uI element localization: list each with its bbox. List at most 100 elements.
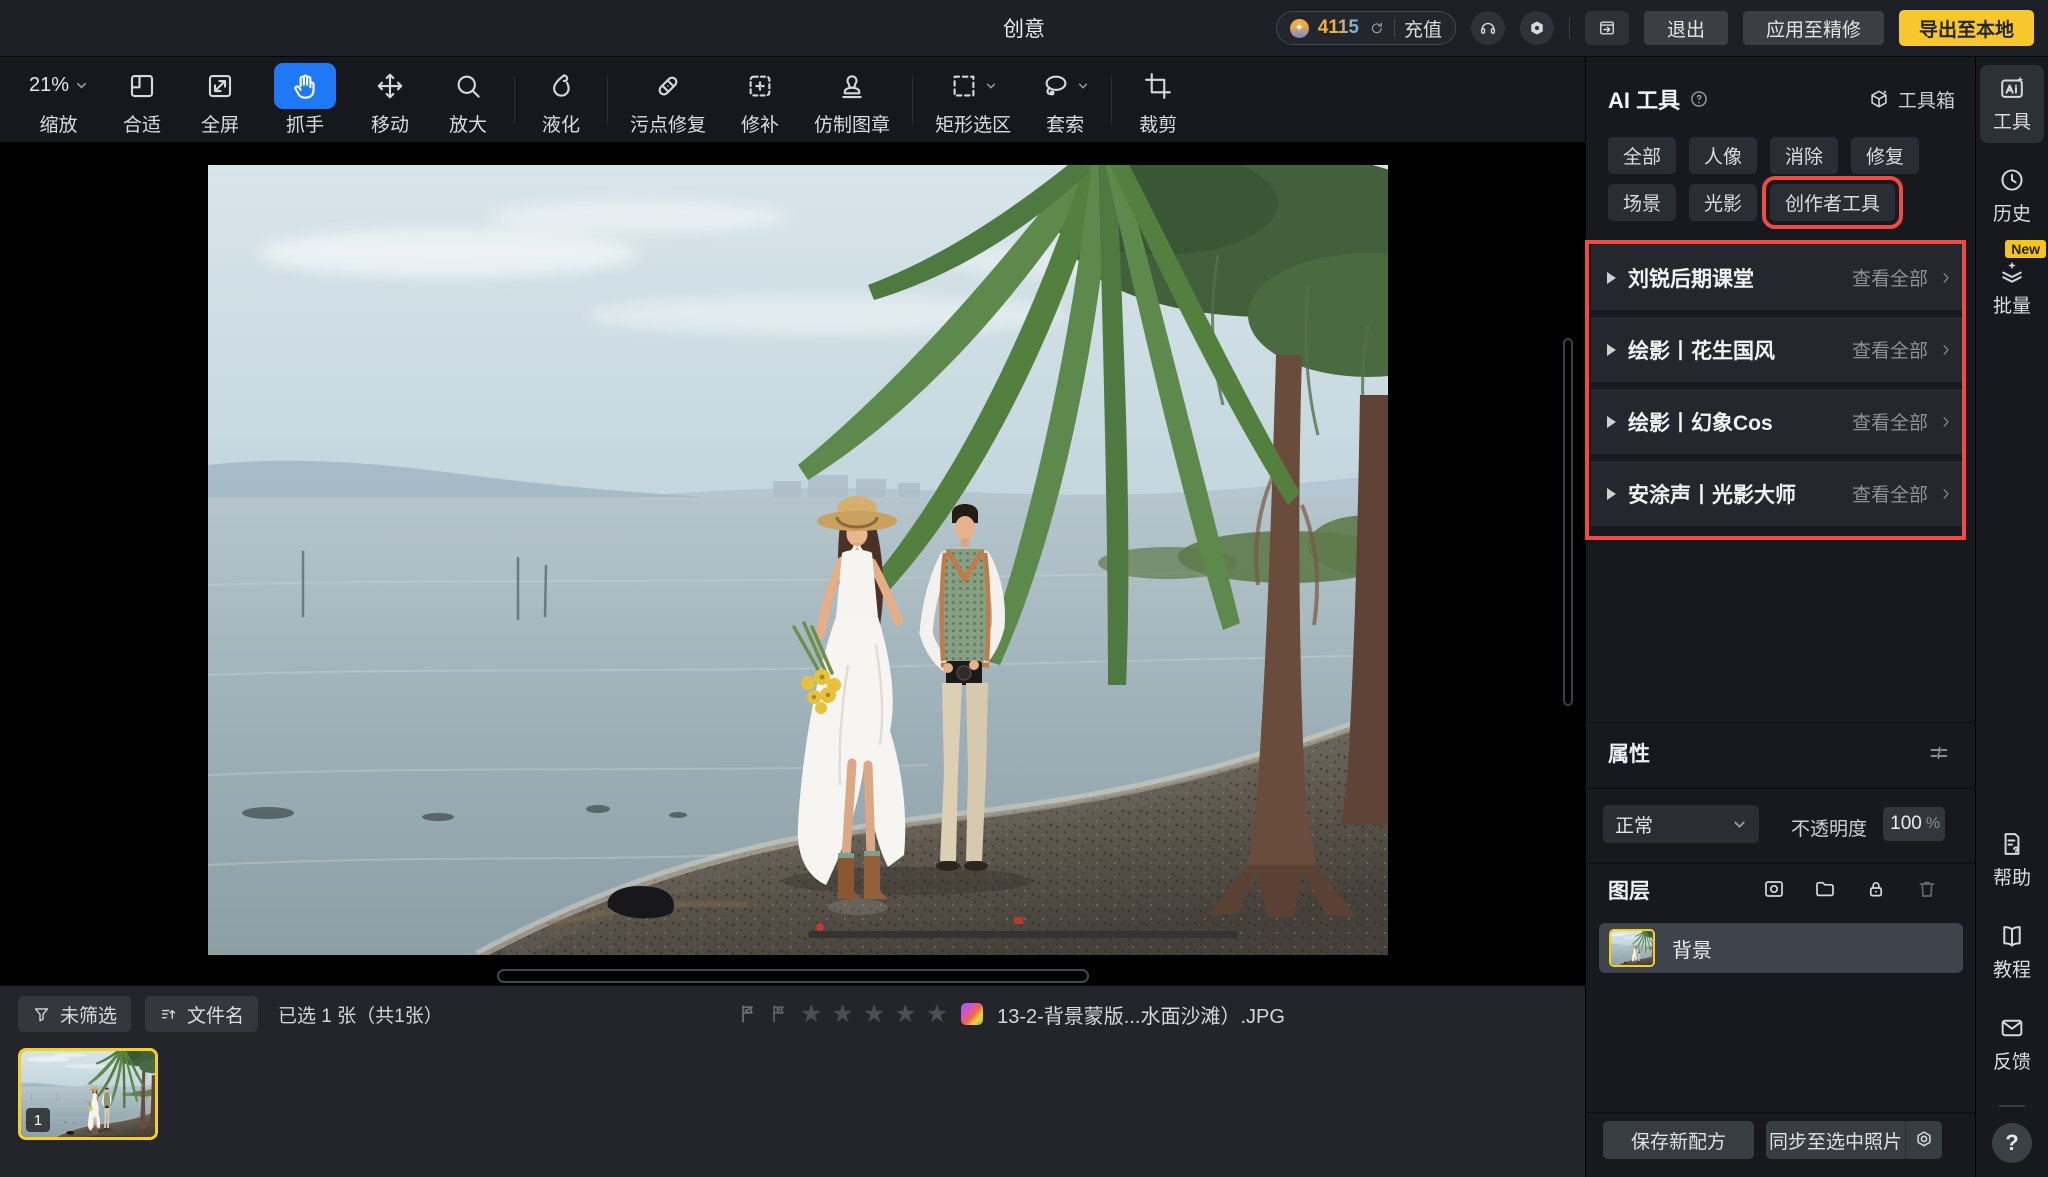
canvas[interactable] <box>0 143 1585 985</box>
sync-settings-button[interactable] <box>1905 1121 1942 1159</box>
layer-row-background[interactable]: 背景 <box>1599 923 1963 973</box>
zoom-control[interactable]: 21% 缩放 <box>29 63 88 137</box>
chevron-down-icon[interactable] <box>1077 80 1089 92</box>
layer-name: 背景 <box>1672 934 1712 963</box>
filter-button[interactable]: 未筛选 <box>18 996 131 1032</box>
delete-layer-button[interactable] <box>1915 877 1939 901</box>
tool-lasso[interactable]: 套索 <box>1041 63 1089 137</box>
group-row[interactable]: 安涂声丨光影大师 查看全部 <box>1591 461 1967 526</box>
tool-patch[interactable]: 修补 <box>736 63 784 137</box>
tab-repair[interactable]: 修复 <box>1851 137 1919 174</box>
settings-button[interactable] <box>1520 11 1554 45</box>
view-all-link[interactable]: 查看全部 <box>1852 336 1954 363</box>
vertical-scrollbar[interactable] <box>1563 338 1573 706</box>
tool-rect-select[interactable]: 矩形选区 <box>935 63 1011 137</box>
gear-icon <box>1913 1129 1935 1151</box>
group-row[interactable]: 刘锐后期课堂 查看全部 <box>1591 245 1967 310</box>
tool-liquify[interactable]: 液化 <box>537 63 585 137</box>
filmstrip-thumbnail[interactable]: 1 <box>18 1048 158 1140</box>
help-button[interactable]: ? <box>1992 1123 2032 1163</box>
group-row[interactable]: 绘影丨幻象Cos 查看全部 <box>1591 389 1967 454</box>
rail-history[interactable]: 历史 <box>1980 157 2044 235</box>
sliders-icon <box>1927 741 1951 765</box>
tab-creator-tools[interactable]: 创作者工具 <box>1770 184 1895 221</box>
star-icon[interactable]: ★ <box>894 1002 916 1027</box>
sync-selected-button[interactable]: 同步至选中照片 <box>1766 1121 1905 1159</box>
selection-count: 已选 1 张（共1张） <box>278 1001 443 1028</box>
move-icon <box>375 71 405 101</box>
group-layers-button[interactable] <box>1813 877 1837 901</box>
view-all-link[interactable]: 查看全部 <box>1852 264 1954 291</box>
headphone-icon <box>1478 18 1498 38</box>
opacity-label: 不透明度 <box>1791 814 1867 841</box>
tool-clone-stamp[interactable]: 仿制图章 <box>814 63 890 137</box>
tab-remove[interactable]: 消除 <box>1770 137 1838 174</box>
lock-layer-button[interactable] <box>1864 877 1888 901</box>
rail-batch[interactable]: New 批量 <box>1980 249 2044 327</box>
exit-button[interactable]: 退出 <box>1644 11 1728 45</box>
view-all-link[interactable]: 查看全部 <box>1852 480 1954 507</box>
horizontal-scrollbar[interactable] <box>497 969 1089 983</box>
bandage-icon <box>653 71 683 101</box>
rail-help[interactable]: 帮助 <box>1980 821 2044 899</box>
star-icon[interactable]: ★ <box>863 1002 885 1027</box>
triangle-right-icon <box>1607 272 1616 284</box>
rail-tutorial[interactable]: 教程 <box>1980 913 2044 991</box>
toolbox-button[interactable]: 工具箱 <box>1868 86 1955 113</box>
star-icon[interactable]: ★ <box>926 1002 948 1027</box>
topbar: 创意 ✦ 4115 充值 退出 应用至精修 导出至本地 <box>0 0 2048 57</box>
properties-title: 属性 <box>1608 738 1650 768</box>
divider <box>1999 1105 2025 1107</box>
refresh-icon[interactable] <box>1368 20 1385 37</box>
tool-fit[interactable]: 合适 <box>118 63 166 137</box>
flag-check-icon[interactable] <box>738 1003 760 1025</box>
apply-refine-button[interactable]: 应用至精修 <box>1743 11 1884 45</box>
hand-icon <box>290 71 320 101</box>
app-window: 创意 ✦ 4115 充值 退出 应用至精修 导出至本地 <box>0 0 2048 1177</box>
ai-tool-tabs: 全部 人像 消除 修复 场景 光影 创作者工具 <box>1608 137 1967 221</box>
tab-scene[interactable]: 场景 <box>1608 184 1676 221</box>
tool-zoom-in[interactable]: 放大 <box>444 63 492 137</box>
sliders-button[interactable] <box>1927 741 1951 765</box>
star-icon[interactable]: ★ <box>831 1002 853 1027</box>
credits-pill[interactable]: ✦ 4115 充值 <box>1276 11 1456 45</box>
support-button[interactable] <box>1471 11 1505 45</box>
envelope-icon <box>1998 1014 2026 1042</box>
save-recipe-button[interactable]: 保存新配方 <box>1603 1121 1754 1159</box>
add-mask-button[interactable] <box>1762 877 1786 901</box>
layer-thumbnail <box>1609 929 1655 967</box>
divider <box>1586 722 1975 723</box>
collapse-panel-button[interactable] <box>1585 11 1629 45</box>
blend-mode-select[interactable]: 正常 <box>1603 805 1759 843</box>
book-icon <box>1998 922 2026 950</box>
star-icon[interactable]: ★ <box>800 1002 822 1027</box>
tool-crop[interactable]: 裁剪 <box>1134 63 1182 137</box>
recharge-button[interactable]: 充值 <box>1404 15 1442 42</box>
folder-icon <box>1813 877 1837 901</box>
lasso-icon <box>1041 71 1071 101</box>
flag-reject-icon[interactable] <box>769 1003 791 1025</box>
opacity-input[interactable] <box>1888 813 1922 835</box>
color-label-chip[interactable] <box>961 1003 983 1025</box>
rail-tools[interactable]: 工具 <box>1980 65 2044 143</box>
tool-move[interactable]: 移动 <box>366 63 414 137</box>
tool-spot-heal[interactable]: 污点修复 <box>630 63 706 137</box>
group-row[interactable]: 绘影丨花生国风 查看全部 <box>1591 317 1967 382</box>
opacity-field[interactable]: % <box>1883 807 1945 841</box>
view-all-link[interactable]: 查看全部 <box>1852 408 1954 435</box>
hexnut-icon <box>1527 18 1547 38</box>
tool-hand[interactable]: 抓手 <box>274 63 336 137</box>
tab-portrait[interactable]: 人像 <box>1689 137 1757 174</box>
tab-all[interactable]: 全部 <box>1608 137 1676 174</box>
help-circle-icon[interactable] <box>1689 89 1709 109</box>
mask-icon <box>1762 877 1786 901</box>
trash-icon <box>1915 877 1939 901</box>
export-local-button[interactable]: 导出至本地 <box>1899 10 2034 46</box>
photo[interactable] <box>208 165 1388 955</box>
rail-feedback[interactable]: 反馈 <box>1980 1005 2044 1083</box>
tab-lighting[interactable]: 光影 <box>1689 184 1757 221</box>
tool-fullscreen[interactable]: 全屏 <box>196 63 244 137</box>
sort-button[interactable]: 文件名 <box>145 996 258 1032</box>
chevron-down-icon[interactable] <box>985 80 997 92</box>
funnel-icon <box>32 1005 51 1024</box>
